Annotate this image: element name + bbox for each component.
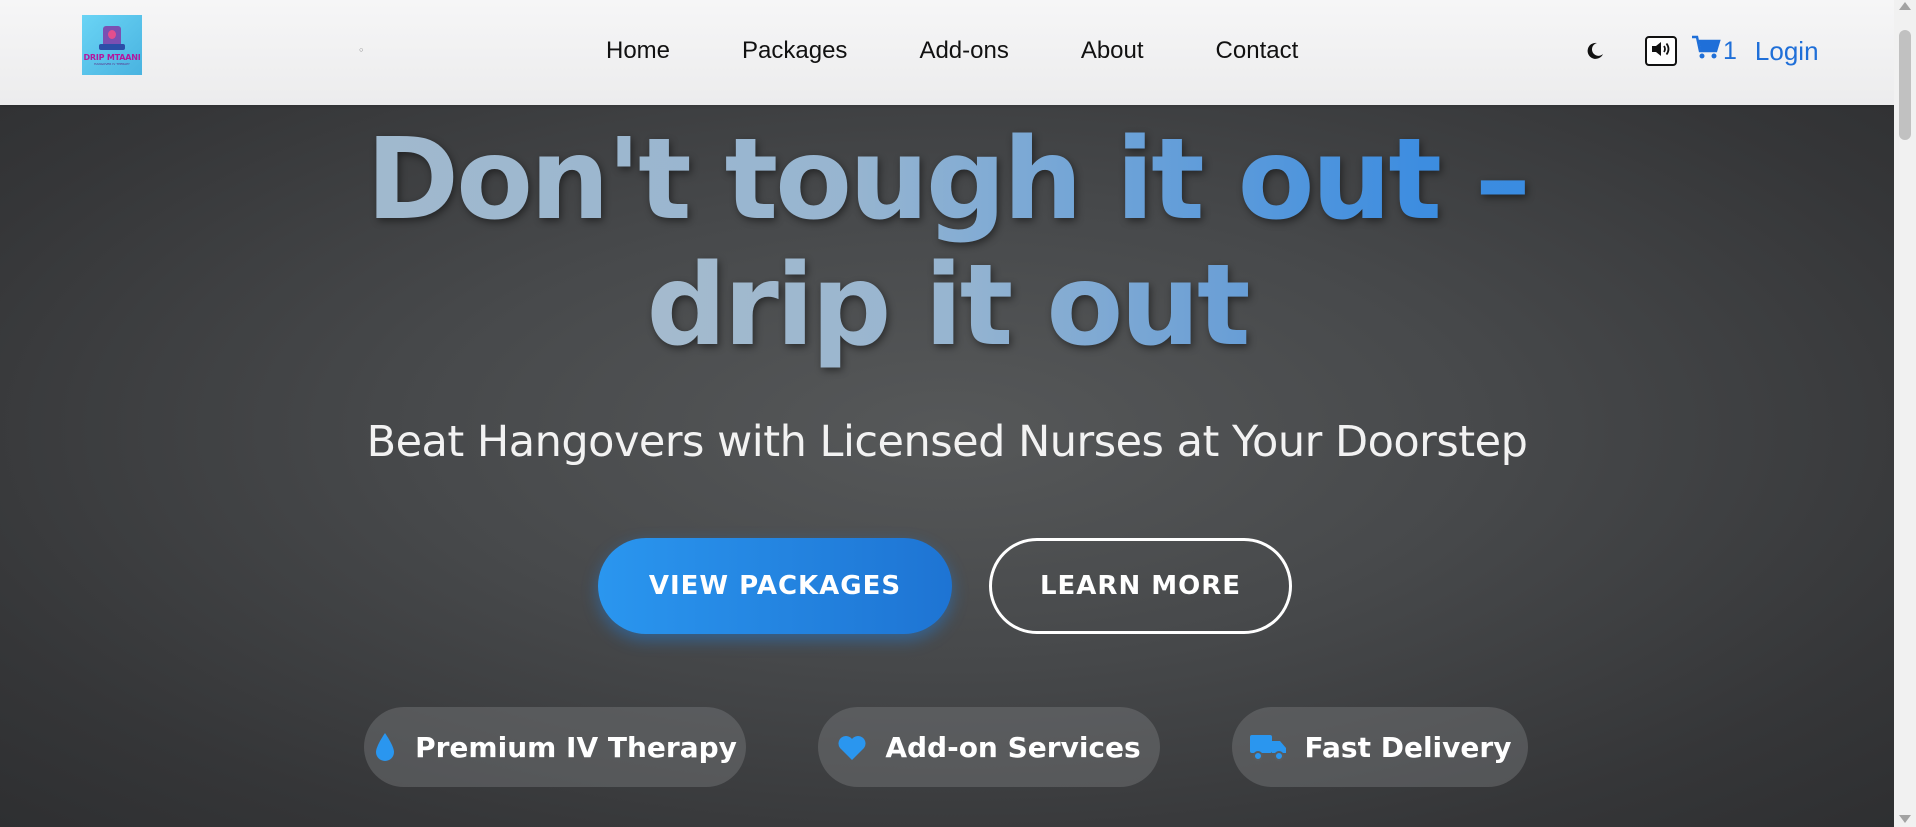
- speaker-icon: [1650, 40, 1672, 62]
- logo-graphic: [97, 24, 127, 52]
- hero-section: Don't tough it out – drip it out Beat Ha…: [0, 105, 1894, 827]
- feature-pill-delivery: Fast Delivery: [1232, 707, 1528, 787]
- heart-icon: [837, 734, 867, 761]
- hero-subheading: Beat Hangovers with Licensed Nurses at Y…: [366, 417, 1528, 467]
- nav-link-contact[interactable]: Contact: [1216, 36, 1299, 66]
- feature-pill-iv-therapy: Premium IV Therapy: [364, 707, 746, 787]
- cart-count-badge: 1: [1723, 36, 1737, 65]
- logo[interactable]: DRIP MTAANI HANGOVER IV THERAPY: [82, 15, 142, 75]
- nav-tools: 1 Login: [1585, 32, 1819, 70]
- view-packages-button[interactable]: VIEW PACKAGES: [598, 538, 952, 634]
- hero-headline-line2: drip it out: [0, 241, 1894, 371]
- droplet-icon: [373, 732, 397, 762]
- logo-wordmark: DRIP MTAANI: [83, 53, 141, 62]
- sound-toggle-button[interactable]: [1645, 36, 1677, 66]
- page-scrollbar[interactable]: [1894, 0, 1916, 827]
- moon-icon[interactable]: [1585, 41, 1605, 61]
- hero-headline-line1: Don't tough it out –: [0, 115, 1894, 245]
- scroll-down-arrow-icon[interactable]: [1899, 815, 1911, 823]
- truck-icon: [1249, 732, 1287, 762]
- learn-more-button[interactable]: LEARN MORE: [989, 538, 1292, 634]
- navbar: DRIP MTAANI HANGOVER IV THERAPY ◦ Home P…: [0, 0, 1894, 105]
- nav-link-addons[interactable]: Add-ons: [919, 36, 1008, 66]
- logo-tagline: HANGOVER IV THERAPY: [94, 62, 130, 66]
- nav-link-about[interactable]: About: [1081, 36, 1144, 66]
- feature-label: Premium IV Therapy: [415, 730, 737, 764]
- scrollbar-thumb[interactable]: [1899, 30, 1911, 140]
- feature-label: Fast Delivery: [1304, 730, 1512, 764]
- feature-pill-addons: Add-on Services: [818, 707, 1160, 787]
- feature-label: Add-on Services: [885, 730, 1141, 764]
- cart-icon: [1691, 35, 1721, 68]
- nav-link-packages[interactable]: Packages: [742, 36, 847, 66]
- scroll-up-arrow-icon[interactable]: [1899, 2, 1911, 10]
- main-nav: Home Packages Add-ons About Contact: [606, 36, 1298, 66]
- login-link[interactable]: Login: [1755, 36, 1819, 67]
- nav-link-home[interactable]: Home: [606, 36, 670, 66]
- bullet-dot: ◦: [358, 44, 365, 57]
- cart-button[interactable]: 1: [1691, 35, 1755, 68]
